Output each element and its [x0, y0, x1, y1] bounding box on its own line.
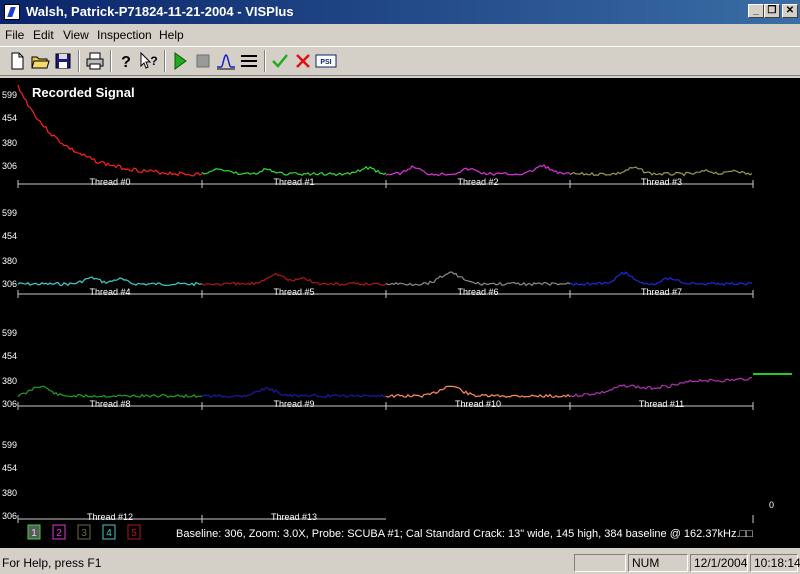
- side-value: 0: [769, 500, 774, 510]
- toolbar-separator: [164, 50, 166, 72]
- menu-inspection[interactable]: Inspection: [97, 28, 152, 42]
- y-tick-label: 306: [2, 161, 17, 171]
- channel-button[interactable]: 1: [27, 524, 41, 540]
- signal-plot[interactable]: Recorded Signal 599 454 380 306 599 454 380 306…: [0, 78, 800, 548]
- signal-trace: [385, 271, 571, 287]
- thread-label: Thread #0: [89, 177, 130, 187]
- thread-rows: Thread #0 Thread #1 Thread #2 Thread #3 Thre…: [17, 177, 754, 523]
- menu-help[interactable]: Help: [159, 28, 184, 42]
- status-time: 10:18:14: [750, 554, 800, 572]
- signal-traces: [17, 84, 753, 399]
- signal-plot-canvas: Recorded Signal 599 454 380 306 599 454 380 306…: [2, 84, 792, 540]
- signal-trace: [385, 385, 571, 399]
- thread-label: Thread #10: [455, 399, 501, 409]
- status-help-text: For Help, press F1: [2, 556, 102, 570]
- thread-label: Thread #9: [273, 399, 314, 409]
- signal-trace: [569, 271, 753, 287]
- y-tick-label: 380: [2, 256, 17, 266]
- channel-button-label: 1: [31, 528, 37, 539]
- signal-trace: [569, 166, 753, 177]
- y-tick-label: 380: [2, 376, 17, 386]
- print-icon[interactable]: [84, 50, 106, 72]
- y-tick-label: 599: [2, 208, 17, 218]
- thread-label: Thread #1: [273, 177, 314, 187]
- psi-icon[interactable]: PSI: [315, 50, 337, 72]
- signal-trace: [201, 272, 387, 287]
- y-tick-label: 380: [2, 138, 17, 148]
- help-icon[interactable]: ?: [115, 50, 137, 72]
- toolbar: ? ? PSI: [0, 46, 800, 76]
- signal-trace: [17, 385, 203, 399]
- psi-label: PSI: [320, 59, 331, 66]
- status-num: NUM: [628, 554, 688, 572]
- y-tick-label: 599: [2, 90, 17, 100]
- thread-label: Thread #3: [641, 177, 682, 187]
- y-tick-label: 454: [2, 113, 17, 123]
- thread-label: Thread #12: [87, 512, 133, 522]
- channel-button-label: 2: [56, 528, 62, 539]
- info-text: Baseline: 306, Zoom: 3.0X, Probe: SCUBA …: [176, 528, 753, 540]
- thread-label: Thread #5: [273, 287, 314, 297]
- status-bar: For Help, press F1 NUM 12/1/2004 10:18:1…: [0, 552, 800, 574]
- y-axis-labels: 599 454 380 306 599 454 380 306 599 454 380 306 599 4…: [2, 90, 17, 521]
- context-help-icon[interactable]: ?: [138, 50, 160, 72]
- svg-text:?: ?: [150, 54, 157, 68]
- plot-title: Recorded Signal: [32, 85, 135, 100]
- toolbar-separator: [110, 50, 112, 72]
- thread-label: Thread #11: [639, 399, 684, 409]
- y-tick-label: 454: [2, 231, 17, 241]
- close-button[interactable]: ✕: [782, 4, 798, 18]
- thread-label: Thread #2: [457, 177, 498, 187]
- channel-button-label: 5: [131, 528, 137, 539]
- y-tick-label: 454: [2, 351, 17, 361]
- waveform-icon[interactable]: [215, 50, 237, 72]
- menu-bar: File Edit View Inspection Help: [0, 24, 800, 44]
- y-tick-label: 599: [2, 328, 17, 338]
- check-icon[interactable]: [269, 50, 291, 72]
- cancel-x-icon[interactable]: [292, 50, 314, 72]
- menu-view[interactable]: View: [63, 28, 89, 42]
- restore-button[interactable]: ❐: [764, 4, 780, 18]
- stop-icon[interactable]: [192, 50, 214, 72]
- thread-label: Thread #6: [457, 287, 498, 297]
- window-title: Walsh, Patrick-P71824-11-21-2004 - VISPl…: [26, 4, 294, 19]
- toolbar-separator: [264, 50, 266, 72]
- menu-file[interactable]: File: [5, 28, 24, 42]
- app-icon[interactable]: [4, 4, 20, 20]
- thread-label: Thread #7: [641, 287, 682, 297]
- title-bar: Walsh, Patrick-P71824-11-21-2004 - VISPl…: [0, 0, 800, 24]
- channel-button[interactable]: 4: [102, 524, 116, 540]
- menu-edit[interactable]: Edit: [33, 28, 54, 42]
- channel-button[interactable]: 3: [77, 524, 91, 540]
- minimize-button[interactable]: _: [748, 4, 764, 18]
- thread-label: Thread #8: [89, 399, 130, 409]
- signal-trace: [569, 376, 753, 398]
- channel-button[interactable]: 2: [52, 524, 66, 540]
- y-tick-label: 599: [2, 440, 17, 450]
- signal-trace: [385, 164, 571, 177]
- svg-text:?: ?: [121, 54, 131, 71]
- status-date: 12/1/2004: [690, 554, 748, 572]
- signal-trace: [201, 386, 387, 399]
- channel-button-label: 4: [106, 528, 112, 539]
- toolbar-separator: [78, 50, 80, 72]
- save-icon[interactable]: [52, 50, 74, 72]
- y-tick-label: 306: [2, 511, 17, 521]
- lines-icon[interactable]: [238, 50, 260, 72]
- thread-label: Thread #13: [271, 512, 317, 522]
- signal-trace: [201, 165, 387, 177]
- y-tick-label: 380: [2, 488, 17, 498]
- y-tick-label: 306: [2, 399, 17, 409]
- channel-button-label: 3: [81, 528, 87, 539]
- channel-button[interactable]: 5: [127, 524, 141, 540]
- new-file-icon[interactable]: [6, 50, 28, 72]
- open-folder-icon[interactable]: [29, 50, 51, 72]
- y-tick-label: 306: [2, 279, 17, 289]
- channel-legend: 1 2 3 4 5: [27, 524, 141, 540]
- play-icon[interactable]: [169, 50, 191, 72]
- signal-trace: [17, 276, 203, 287]
- status-panel-empty: [574, 554, 626, 572]
- y-tick-label: 454: [2, 463, 17, 473]
- thread-label: Thread #4: [89, 287, 130, 297]
